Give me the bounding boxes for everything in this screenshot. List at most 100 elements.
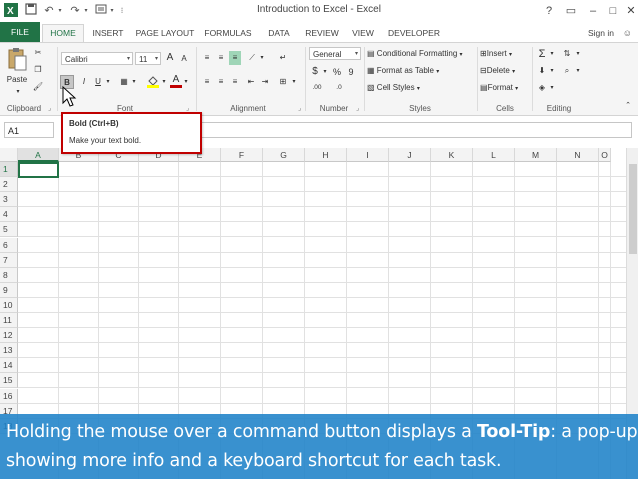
row-header[interactable]: 10 bbox=[0, 297, 18, 313]
active-cell[interactable] bbox=[18, 162, 59, 178]
cut-icon[interactable]: ✂ bbox=[32, 46, 44, 60]
autosum-dropdown-icon[interactable]: ▾ bbox=[548, 47, 556, 61]
tab-review[interactable]: REVIEW bbox=[302, 25, 342, 41]
conditional-formatting-button[interactable]: ▤ Conditional Formatting ▾ bbox=[367, 47, 477, 61]
font-color-dropdown-icon[interactable]: ▾ bbox=[182, 75, 190, 89]
format-cells-button[interactable]: ▤Format ▾ bbox=[480, 81, 530, 95]
user-icon[interactable]: ☺ bbox=[623, 25, 632, 41]
fill-color-icon[interactable] bbox=[146, 75, 160, 89]
column-header[interactable]: N bbox=[557, 148, 599, 162]
number-launcher-icon[interactable]: ⌟ bbox=[356, 105, 363, 112]
alignment-launcher-icon[interactable]: ⌟ bbox=[298, 105, 305, 112]
align-top-icon[interactable]: ≡ bbox=[201, 51, 213, 65]
comma-button[interactable]: 9 bbox=[346, 65, 356, 79]
clipboard-launcher-icon[interactable]: ⌟ bbox=[48, 105, 55, 112]
align-middle-icon[interactable]: ≡ bbox=[215, 51, 227, 65]
wrap-text-icon[interactable]: ↵ bbox=[276, 51, 290, 65]
delete-cells-button[interactable]: ⊟Delete ▾ bbox=[480, 64, 530, 78]
tab-file[interactable]: FILE bbox=[0, 22, 40, 42]
row-header[interactable]: 14 bbox=[0, 358, 18, 374]
row-header[interactable]: 11 bbox=[0, 313, 18, 328]
copy-icon[interactable]: ❐ bbox=[32, 63, 44, 77]
find-dropdown-icon[interactable]: ▾ bbox=[574, 64, 582, 78]
column-header[interactable]: O bbox=[599, 148, 611, 162]
select-all-corner[interactable] bbox=[0, 148, 18, 162]
minimize-button[interactable]: – bbox=[584, 2, 602, 20]
decrease-decimal-button[interactable]: .0 bbox=[330, 81, 348, 95]
row-header[interactable]: 8 bbox=[0, 267, 18, 283]
column-header[interactable]: L bbox=[473, 148, 515, 162]
row-header[interactable]: 16 bbox=[0, 388, 18, 404]
column-header[interactable]: F bbox=[221, 148, 263, 162]
fill-icon[interactable]: ⬇ bbox=[536, 64, 548, 78]
fill-dropdown-icon[interactable]: ▾ bbox=[548, 64, 556, 78]
increase-indent-icon[interactable]: ⇥ bbox=[259, 75, 271, 89]
merge-dropdown-icon[interactable]: ▾ bbox=[290, 75, 298, 89]
number-format-select[interactable]: General ▾ bbox=[309, 47, 361, 60]
autosum-button[interactable]: Σ bbox=[536, 47, 548, 61]
borders-icon[interactable]: ▦ bbox=[118, 75, 130, 89]
percent-button[interactable]: % bbox=[332, 65, 342, 79]
row-header[interactable]: 6 bbox=[0, 237, 18, 253]
decrease-indent-icon[interactable]: ⇤ bbox=[245, 75, 257, 89]
row-header[interactable]: 1 bbox=[0, 162, 18, 177]
align-right-icon[interactable]: ≡ bbox=[229, 75, 241, 89]
borders-dropdown-icon[interactable]: ▾ bbox=[130, 75, 138, 89]
tab-insert[interactable]: INSERT bbox=[88, 25, 128, 41]
align-center-icon[interactable]: ≡ bbox=[215, 75, 227, 89]
tab-developer[interactable]: DEVELOPER bbox=[384, 25, 444, 41]
align-bottom-icon[interactable]: ≡ bbox=[229, 51, 241, 65]
orientation-icon[interactable]: ⟋ bbox=[246, 51, 258, 65]
row-header[interactable]: 9 bbox=[0, 282, 18, 298]
tab-page-layout[interactable]: PAGE LAYOUT bbox=[134, 25, 196, 41]
clear-icon[interactable]: ◈ bbox=[536, 81, 548, 95]
column-header[interactable]: J bbox=[389, 148, 431, 162]
format-as-table-button[interactable]: ▦ Format as Table ▾ bbox=[367, 64, 477, 78]
restore-button[interactable]: □ bbox=[604, 2, 622, 20]
format-painter-icon[interactable]: 🖌 bbox=[32, 80, 44, 94]
column-header[interactable]: I bbox=[347, 148, 389, 162]
row-header[interactable]: 15 bbox=[0, 373, 18, 389]
underline-button[interactable]: U bbox=[92, 75, 104, 89]
underline-dropdown-icon[interactable]: ▾ bbox=[104, 75, 112, 89]
sign-in-link[interactable]: Sign in bbox=[588, 25, 614, 41]
row-header[interactable]: 5 bbox=[0, 222, 18, 238]
grow-font-button[interactable]: A bbox=[164, 51, 176, 65]
name-box[interactable]: A1 bbox=[4, 122, 54, 138]
row-header[interactable]: 12 bbox=[0, 328, 18, 344]
tab-formulas[interactable]: FORMULAS bbox=[202, 25, 254, 41]
cell-styles-button[interactable]: ▧ Cell Styles ▾ bbox=[367, 81, 477, 95]
row-header[interactable]: 7 bbox=[0, 252, 18, 268]
fill-color-dropdown-icon[interactable]: ▾ bbox=[160, 75, 168, 89]
row-header[interactable]: 4 bbox=[0, 207, 18, 223]
sort-filter-dropdown-icon[interactable]: ▾ bbox=[574, 47, 582, 61]
column-header[interactable]: K bbox=[431, 148, 473, 162]
sort-filter-icon[interactable]: ⇅ bbox=[560, 47, 574, 61]
font-size-select[interactable]: 11 ▾ bbox=[135, 52, 161, 65]
clear-dropdown-icon[interactable]: ▾ bbox=[548, 81, 556, 95]
help-button[interactable]: ? bbox=[540, 2, 558, 20]
increase-decimal-button[interactable]: .00 bbox=[308, 81, 326, 95]
italic-button[interactable]: I bbox=[78, 75, 90, 89]
column-header[interactable]: M bbox=[515, 148, 557, 162]
merge-center-icon[interactable]: ⊞ bbox=[276, 75, 290, 89]
column-header[interactable]: G bbox=[263, 148, 305, 162]
collapse-ribbon-icon[interactable]: ⌃ bbox=[622, 99, 634, 113]
orientation-dropdown-icon[interactable]: ▾ bbox=[258, 51, 266, 65]
currency-button[interactable]: $ bbox=[310, 65, 320, 79]
font-color-button[interactable]: A bbox=[170, 73, 182, 88]
align-left-icon[interactable]: ≡ bbox=[201, 75, 213, 89]
tab-data[interactable]: DATA bbox=[262, 25, 296, 41]
currency-dropdown-icon[interactable]: ▾ bbox=[321, 65, 329, 79]
ribbon-display-button[interactable]: ▭ bbox=[562, 2, 580, 20]
font-launcher-icon[interactable]: ⌟ bbox=[186, 105, 193, 112]
scrollbar-thumb[interactable] bbox=[629, 164, 637, 254]
column-header[interactable]: H bbox=[305, 148, 347, 162]
insert-cells-button[interactable]: ⊞Insert ▾ bbox=[480, 47, 530, 61]
row-header[interactable]: 3 bbox=[0, 192, 18, 208]
row-header[interactable]: 13 bbox=[0, 343, 18, 359]
tab-view[interactable]: VIEW bbox=[348, 25, 378, 41]
column-header[interactable]: A bbox=[18, 148, 59, 162]
paste-icon[interactable] bbox=[6, 47, 28, 75]
tab-home[interactable]: HOME bbox=[42, 24, 84, 44]
